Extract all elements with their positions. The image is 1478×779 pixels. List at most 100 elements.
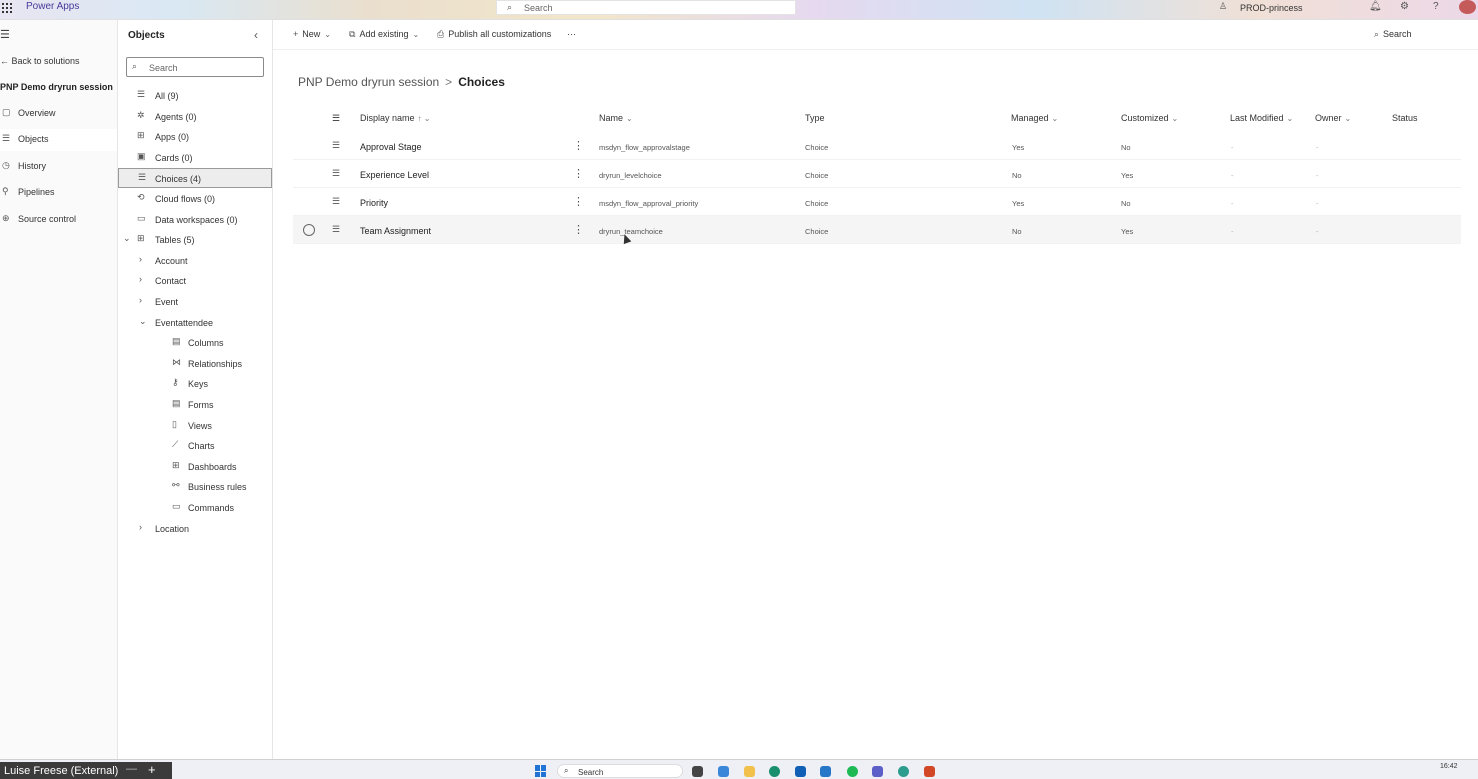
table-row[interactable]: ☰ Approval Stage ⋮ msdyn_flow_approvalst… — [293, 132, 1461, 160]
hamburger-icon[interactable]: ☰ — [0, 28, 10, 41]
column-header-status[interactable]: Status — [1392, 113, 1418, 123]
tree-item-business-rules[interactable]: ⚯ Business rules — [172, 477, 266, 497]
objects-panel-title: Objects — [128, 30, 165, 41]
nav-item-objects[interactable]: ☰ Objects — [0, 129, 117, 151]
tree-item-views[interactable]: ▯ Views — [172, 416, 266, 436]
table-row[interactable]: ☰ Experience Level ⋮ dryrun_levelchoice … — [293, 160, 1461, 188]
cell-last-modified: - — [1231, 227, 1234, 236]
table-row[interactable]: ☰ Team Assignment ⋮ dryrun_teamchoice Ch… — [293, 216, 1461, 244]
column-header-customized[interactable]: Customized ⌄ — [1121, 113, 1178, 123]
chevron-right-icon[interactable]: › — [139, 254, 142, 264]
vscode-icon[interactable] — [820, 766, 831, 777]
breadcrumb-parent[interactable]: PNP Demo dryrun session — [298, 75, 439, 89]
table-row[interactable]: ☰ Priority ⋮ msdyn_flow_approval_priorit… — [293, 188, 1461, 216]
tree-item-all[interactable]: ☰ All (9) — [136, 86, 266, 106]
tree-item-columns[interactable]: ▤ Columns — [172, 333, 266, 353]
column-header-last-modified[interactable]: Last Modified ⌄ — [1230, 113, 1293, 123]
back-label: Back to solutions — [11, 56, 80, 66]
cell-name: msdyn_flow_approvalstage — [599, 143, 690, 152]
outlook-icon[interactable] — [795, 766, 806, 777]
profile-tab[interactable]: Luise Freese (External) — + — [0, 762, 172, 779]
tree-item-account[interactable]: › Account — [139, 251, 266, 271]
chevron-down-icon[interactable]: ⌄ — [123, 233, 131, 244]
chevron-down-icon[interactable]: ⌄ — [139, 316, 147, 327]
column-header-type[interactable]: Type — [805, 113, 825, 123]
spotify-icon[interactable] — [847, 766, 858, 777]
cell-type: Choice — [805, 199, 829, 208]
tree-item-keys[interactable]: ⚷ Keys — [172, 374, 266, 394]
powerpoint-icon[interactable] — [924, 766, 935, 777]
add-existing-button[interactable]: ⧉ Add existing ⌄ — [349, 29, 419, 40]
chevron-right-icon[interactable]: › — [139, 295, 142, 305]
more-vertical-icon[interactable]: ⋮ — [573, 139, 584, 152]
chevron-right-icon[interactable]: › — [139, 522, 142, 532]
tree-item-event[interactable]: › Event — [139, 292, 266, 312]
publish-all-button[interactable]: ⎙ Publish all customizations — [437, 29, 551, 40]
tree-item-tables[interactable]: ⌄ ⊞ Tables (5) — [123, 230, 266, 250]
minus-icon[interactable]: — — [126, 763, 137, 775]
tree-item-label: Forms — [188, 400, 214, 410]
help-icon[interactable]: ? — [1433, 1, 1439, 12]
objects-search-input[interactable]: ⌕ Search — [126, 57, 264, 77]
tree-item-dashboards[interactable]: ⊞ Dashboards — [172, 457, 266, 477]
tree-item-agents[interactable]: ✲ Agents (0) — [136, 107, 266, 127]
chevron-left-icon[interactable]: ‹ — [254, 28, 258, 42]
task-view-icon[interactable] — [692, 766, 703, 777]
avatar[interactable] — [1459, 0, 1476, 14]
dashboard-icon: ⊞ — [172, 460, 180, 470]
plus-icon[interactable]: + — [148, 762, 156, 777]
nav-item-source-control[interactable]: ⊕ Source control — [0, 209, 117, 231]
copilot-icon[interactable] — [718, 766, 729, 777]
taskbar-search-input[interactable]: ⌕ Search — [557, 764, 683, 778]
column-header-display-name[interactable]: Display name ↑ ⌄ — [360, 113, 430, 123]
tree-item-cards[interactable]: ▣ Cards (0) — [136, 148, 266, 168]
tree-item-label: Event — [155, 297, 179, 307]
new-button[interactable]: + New ⌄ — [293, 29, 331, 39]
windows-start-icon[interactable] — [535, 765, 547, 777]
environment-icon[interactable]: ♙ — [1219, 1, 1227, 12]
nav-item-overview[interactable]: ▢ Overview — [0, 103, 117, 125]
grid-search-button[interactable]: ⌕ Search — [1374, 29, 1412, 40]
tree-item-data-workspaces[interactable]: ▭ Data workspaces (0) — [136, 210, 266, 230]
cell-display-name[interactable]: Approval Stage — [360, 142, 422, 152]
tree-item-location[interactable]: › Location — [139, 519, 266, 539]
more-vertical-icon[interactable]: ⋮ — [573, 223, 584, 236]
column-header-owner[interactable]: Owner ⌄ — [1315, 113, 1351, 123]
notifications-icon[interactable]: 🔔︎ — [1369, 1, 1382, 12]
settings-icon[interactable]: ⚙ — [1400, 1, 1409, 12]
column-header-managed[interactable]: Managed ⌄ — [1011, 113, 1058, 123]
chevron-right-icon[interactable]: › — [139, 274, 142, 284]
tree-item-relationships[interactable]: ⋈ Relationships — [172, 354, 266, 374]
tree-item-forms[interactable]: ▤ Forms — [172, 395, 266, 415]
tree-item-eventattendee[interactable]: ⌄ Eventattendee — [139, 313, 266, 333]
more-vertical-icon[interactable]: ⋮ — [573, 167, 584, 180]
edge-icon[interactable] — [769, 766, 780, 777]
tree-item-choices[interactable]: ☰ Choices (4) — [118, 168, 272, 188]
column-header-name[interactable]: Name ⌄ — [599, 113, 633, 123]
nav-item-history[interactable]: ◷ History — [0, 156, 117, 178]
tree-item-apps[interactable]: ⊞ Apps (0) — [136, 127, 266, 147]
teams-icon[interactable] — [872, 766, 883, 777]
tree-item-charts[interactable]: ⟋ Charts — [172, 436, 266, 456]
more-vertical-icon[interactable]: ⋮ — [573, 195, 584, 208]
tree-item-cloud-flows[interactable]: ⟲ Cloud flows (0) — [136, 189, 266, 209]
edge-dev-icon[interactable] — [898, 766, 909, 777]
cell-display-name[interactable]: Experience Level — [360, 170, 429, 180]
cell-display-name[interactable]: Priority — [360, 198, 388, 208]
tree-item-commands[interactable]: ▭ Commands — [172, 498, 266, 518]
app-name[interactable]: Power Apps — [26, 1, 79, 12]
back-to-solutions-link[interactable]: ← Back to solutions — [0, 56, 80, 66]
chevron-down-icon: ⌄ — [1286, 114, 1294, 123]
row-select-radio[interactable] — [303, 224, 315, 236]
global-search-input[interactable]: ⌕ Search — [496, 0, 796, 15]
tree-item-contact[interactable]: › Contact — [139, 271, 266, 291]
select-all-icon[interactable]: ☰ — [332, 113, 340, 124]
environment-name[interactable]: PROD-princess — [1240, 3, 1303, 13]
cell-display-name[interactable]: Team Assignment — [360, 226, 431, 236]
nav-item-pipelines[interactable]: ⚲ Pipelines — [0, 182, 117, 204]
clock[interactable]: 16:42 — [1440, 763, 1458, 770]
app-launcher-icon[interactable] — [2, 3, 12, 13]
cell-owner: - — [1316, 171, 1319, 180]
file-explorer-icon[interactable] — [744, 766, 755, 777]
more-commands-button[interactable]: ··· — [567, 29, 576, 39]
